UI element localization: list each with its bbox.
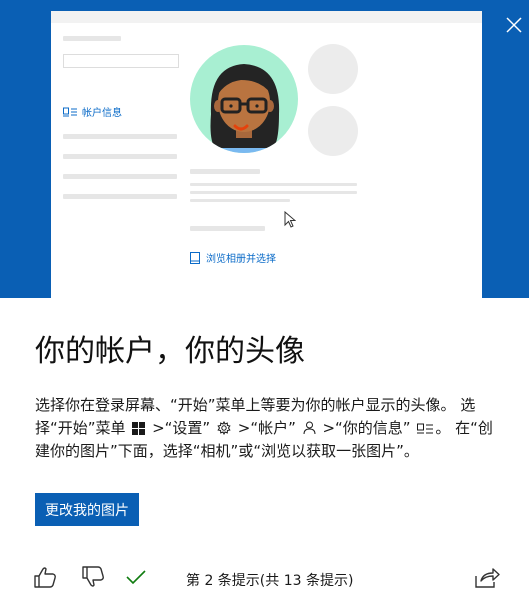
- checkmark-icon[interactable]: [123, 564, 149, 590]
- tip-description: 选择你在登录屏幕、“开始”菜单上等要为你的帐户显示的头像。 选择“开始”菜单 >…: [35, 394, 500, 463]
- placeholder-line: [190, 191, 357, 194]
- change-picture-button[interactable]: 更改我的图片: [35, 493, 139, 526]
- desc-text: >“帐户”: [233, 419, 296, 437]
- close-button[interactable]: [499, 10, 529, 40]
- placeholder-avatar: [308, 106, 358, 156]
- placeholder-line: [63, 134, 177, 139]
- person-icon: [303, 421, 316, 435]
- placeholder-avatar: [308, 44, 358, 94]
- thumbs-down-icon[interactable]: [80, 564, 106, 590]
- placeholder-search-box: [63, 54, 179, 68]
- placeholder-line: [63, 154, 177, 159]
- avatar: [189, 44, 299, 154]
- placeholder-line: [190, 183, 357, 186]
- account-info-icon: [417, 423, 434, 434]
- desc-text: >“你的信息”: [317, 419, 411, 437]
- sidebar-item-account-info: 帐户信息: [63, 104, 122, 119]
- browse-link-label: 浏览相册并选择: [206, 254, 276, 265]
- windows-logo-icon: [132, 422, 146, 435]
- browse-photos-link: 浏览相册并选择: [190, 250, 276, 265]
- account-info-icon: [63, 107, 77, 116]
- tip-footer: 第 2 条提示(共 13 条提示): [0, 560, 529, 596]
- tip-title: 你的帐户，你的头像: [35, 334, 305, 369]
- mockup-titlebar: [51, 11, 482, 23]
- mouse-cursor-icon: [284, 211, 296, 228]
- sidebar-item-label: 帐户信息: [82, 108, 122, 119]
- gear-icon: [217, 421, 231, 435]
- placeholder-line: [190, 169, 260, 174]
- tip-counter: 第 2 条提示(共 13 条提示): [186, 573, 354, 589]
- avatar-illustration: [190, 45, 298, 153]
- placeholder-line: [190, 226, 265, 231]
- close-icon: [506, 17, 522, 33]
- placeholder-line: [63, 194, 177, 199]
- placeholder-line: [190, 199, 290, 202]
- share-icon[interactable]: [473, 564, 501, 590]
- placeholder-line: [63, 174, 177, 179]
- photo-icon: [190, 251, 200, 264]
- hero-illustration: 帐户信息 浏览相册并选择: [0, 0, 529, 298]
- settings-mockup: 帐户信息 浏览相册并选择: [51, 11, 482, 298]
- placeholder-line: [63, 36, 121, 41]
- desc-text: >“设置”: [147, 419, 211, 437]
- thumbs-up-icon[interactable]: [32, 564, 58, 590]
